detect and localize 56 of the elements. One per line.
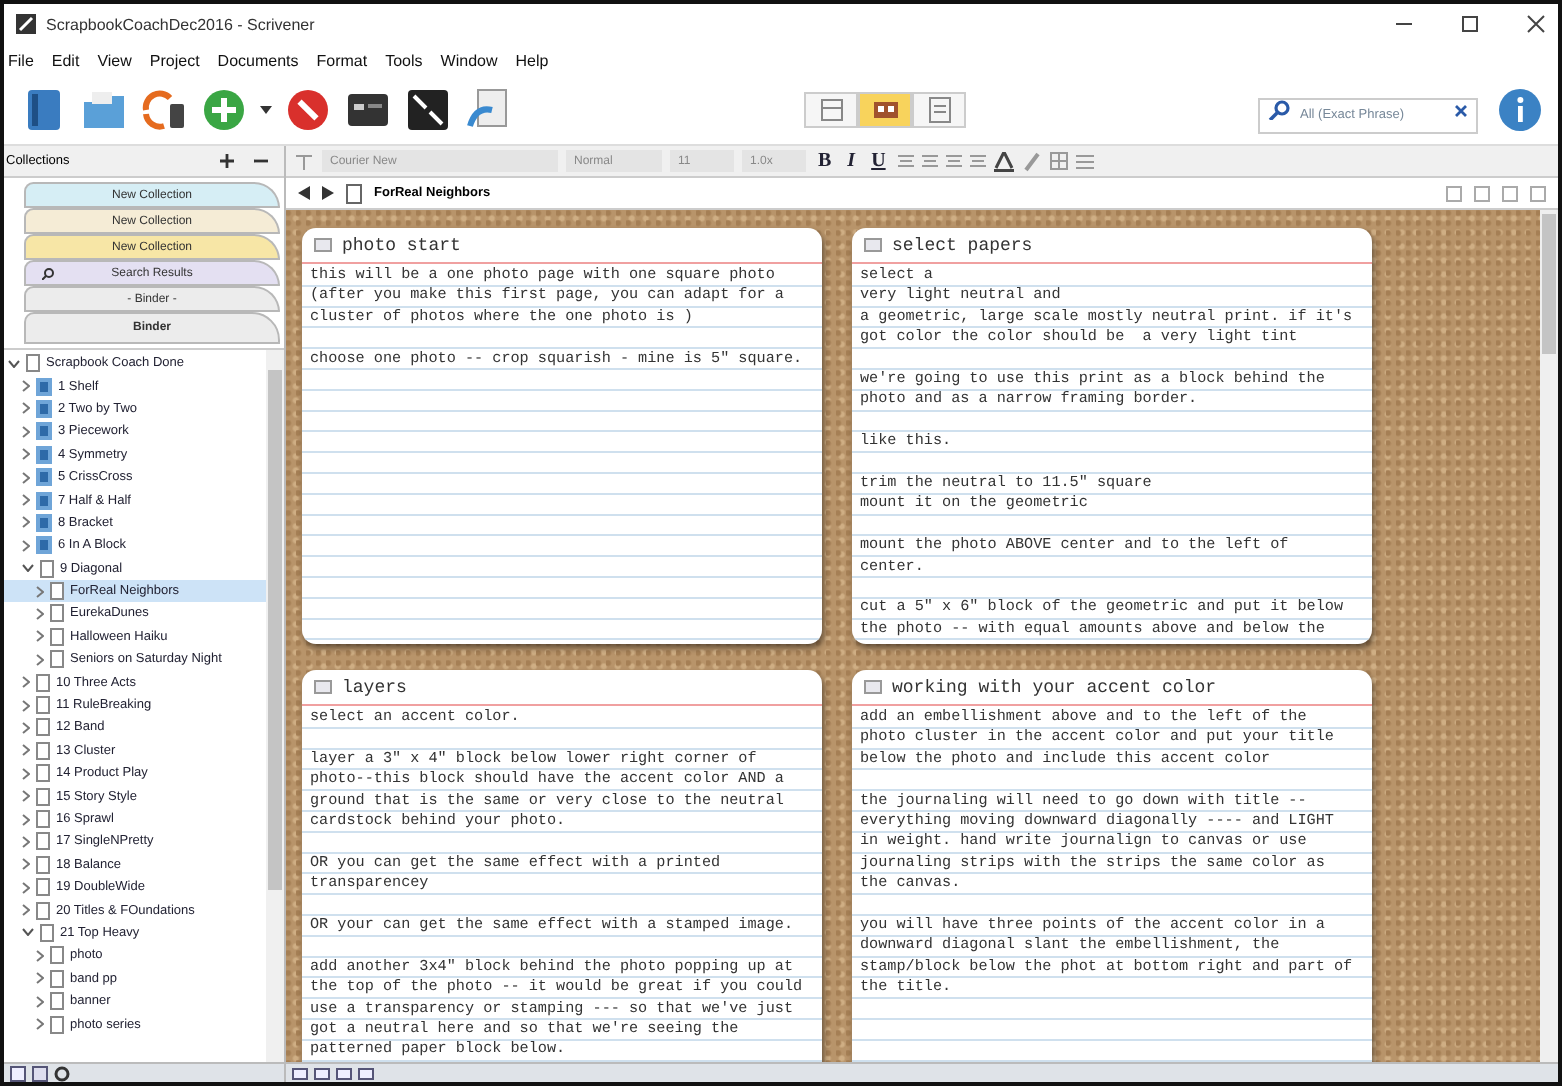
chevron-down-icon[interactable] (8, 359, 20, 368)
card-icon (864, 680, 882, 694)
outline-icon (815, 94, 847, 126)
document-icon (923, 94, 955, 126)
card-title: photo start (342, 235, 461, 255)
dropdown-arrow-icon[interactable] (260, 106, 272, 114)
card-title: select papers (892, 235, 1033, 255)
card-title: layers (342, 677, 407, 697)
paragraph-style-icon[interactable] (294, 153, 314, 169)
menu-item[interactable]: Format (316, 51, 368, 69)
card-icon (314, 238, 332, 252)
fullscreen-icon[interactable] (404, 86, 452, 134)
bold-button[interactable]: B (814, 150, 836, 172)
menu-item[interactable]: Documents (217, 51, 299, 69)
align-left-icon[interactable] (897, 154, 914, 168)
forward-icon[interactable] (322, 186, 334, 200)
menu-item[interactable]: Window (440, 51, 498, 69)
delete-icon[interactable] (284, 86, 332, 134)
window-title: ScrapbookCoachDec2016 - Scrivener (46, 15, 315, 33)
app-icon (16, 14, 36, 34)
view-mode-button[interactable] (858, 92, 912, 128)
justify-icon[interactable] (945, 154, 962, 168)
menu-item[interactable]: Project (149, 51, 200, 69)
view-mode-button[interactable] (804, 92, 858, 128)
menu-item[interactable]: Edit (51, 51, 80, 69)
list-icon[interactable] (1075, 153, 1094, 169)
underline-button[interactable]: U (867, 150, 890, 172)
align-center-icon[interactable] (921, 154, 938, 168)
scrollbar[interactable] (266, 350, 284, 1062)
close-icon[interactable] (1526, 14, 1546, 34)
card-title: working with your accent color (892, 677, 1217, 697)
card-icon (864, 238, 882, 252)
menu-item[interactable]: File (8, 51, 34, 69)
search-icon (1266, 100, 1294, 120)
view-mode-button[interactable] (912, 92, 966, 128)
table-icon[interactable] (1049, 152, 1068, 170)
chevron-down-icon[interactable] (22, 564, 34, 573)
menu-item[interactable]: Help (515, 51, 549, 69)
document-icon (346, 183, 362, 203)
text-color-icon[interactable] (993, 151, 1014, 171)
info-icon[interactable] (1498, 88, 1542, 132)
highlighter-icon[interactable] (1021, 151, 1042, 171)
chevron-down-icon[interactable] (22, 928, 34, 937)
search-icon (42, 268, 54, 280)
document-icon (26, 354, 40, 373)
clear-icon[interactable] (1454, 104, 1468, 118)
remove-icon[interactable] (254, 154, 268, 168)
scrollbar[interactable] (1540, 210, 1558, 1062)
card-icon (314, 680, 332, 694)
align-right-icon[interactable] (969, 154, 986, 168)
italic-button[interactable]: I (843, 150, 860, 172)
menu-item[interactable]: View (97, 51, 132, 69)
back-icon[interactable] (298, 186, 310, 200)
menu-item[interactable]: Tools (385, 51, 423, 69)
maximize-icon[interactable] (1460, 14, 1480, 34)
sync-icon[interactable] (140, 86, 188, 134)
